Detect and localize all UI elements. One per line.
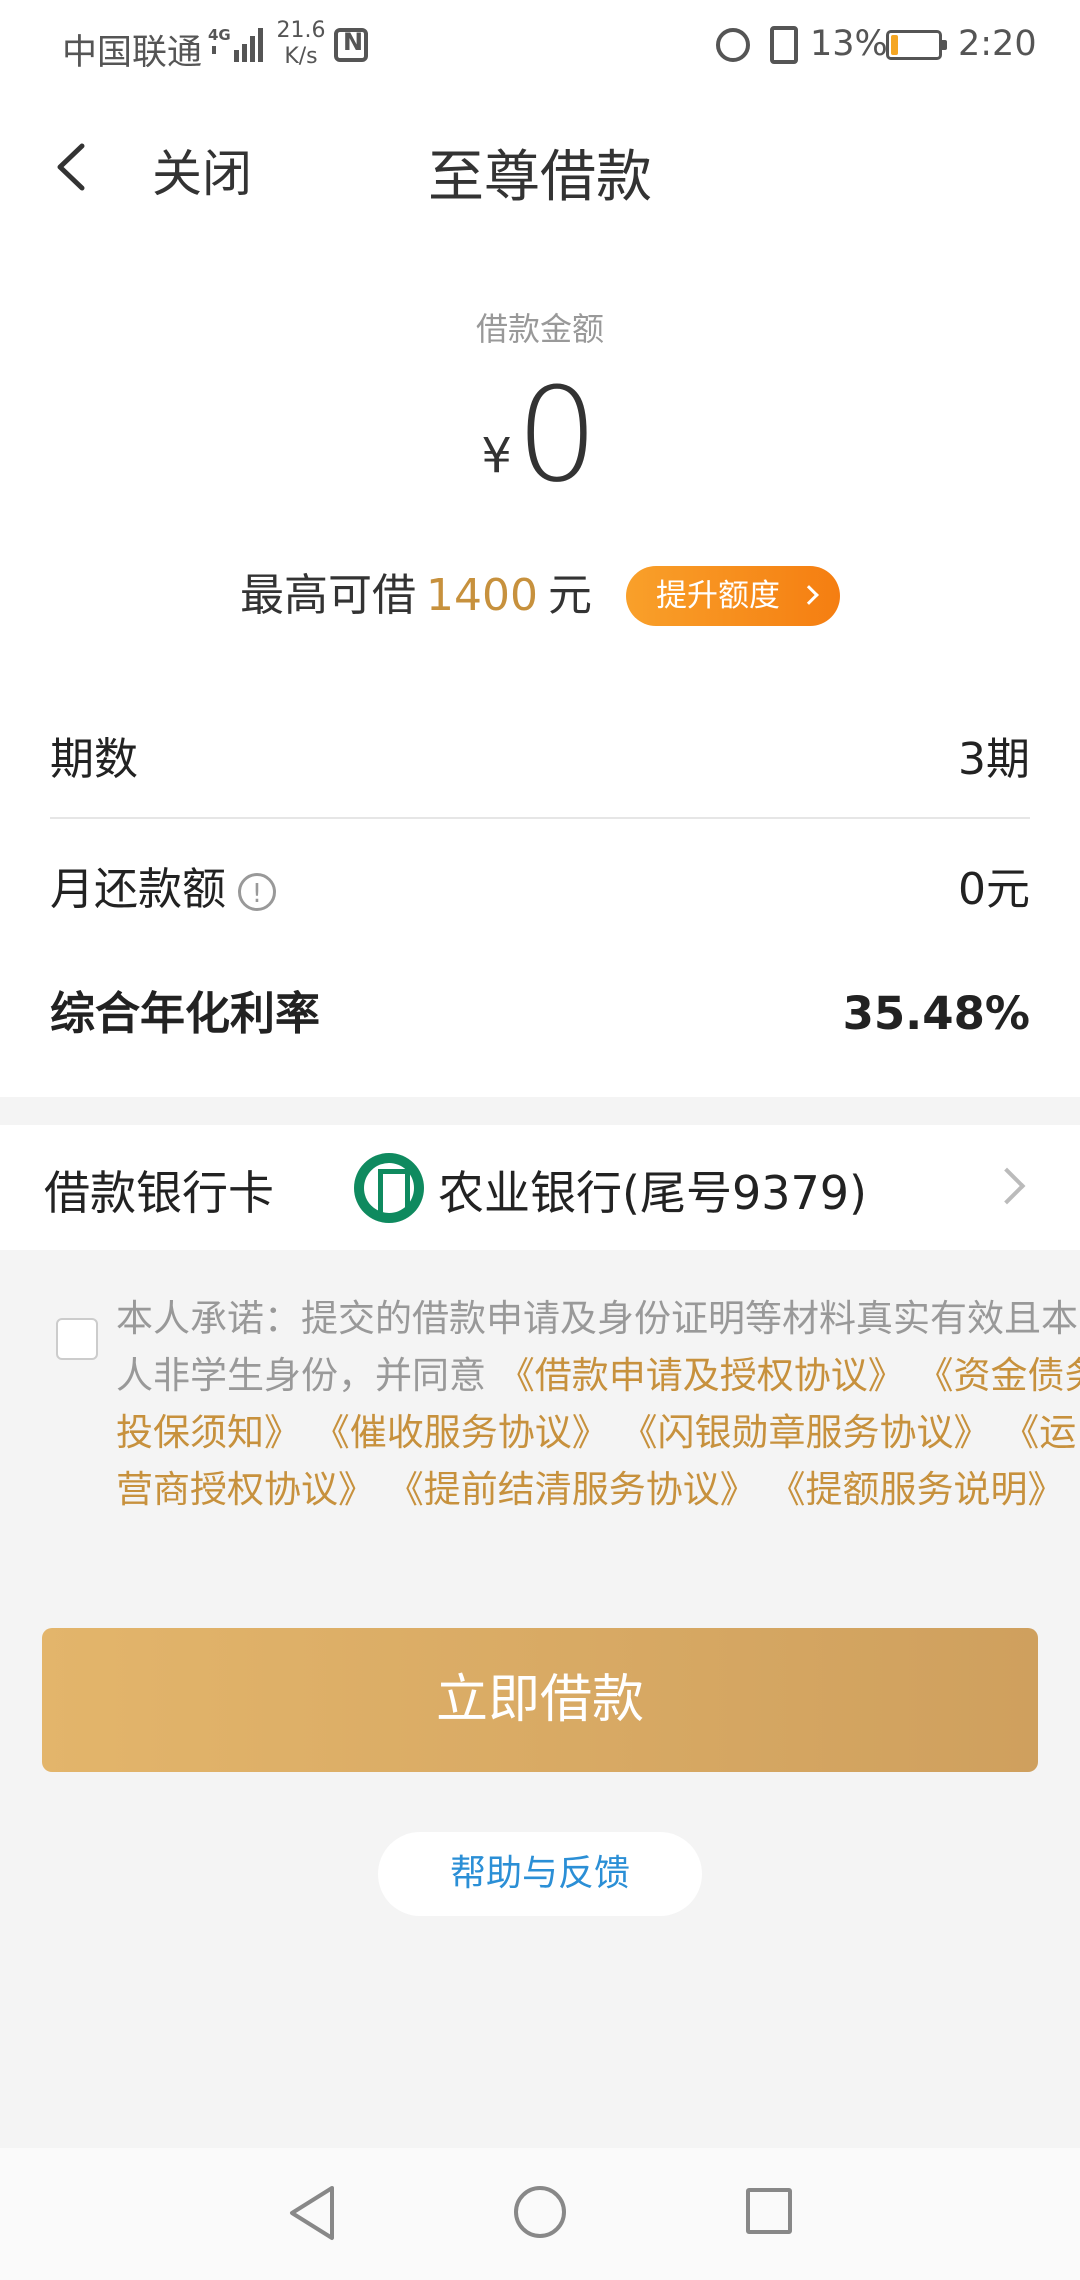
raise-limit-label: 提升额度 — [656, 578, 780, 614]
nav-home-icon[interactable] — [514, 2186, 566, 2238]
agreement-link[interactable]: 《催收服务协议》 — [313, 1411, 609, 1454]
carrier-name: 中国联通 — [62, 33, 203, 73]
bank-card-name: 农业银行(尾号9379) — [438, 1166, 867, 1220]
max-limit-prefix: 最高可借 — [240, 570, 416, 621]
signal-icon: 4G — [208, 26, 263, 62]
currency-symbol: ¥ — [481, 428, 512, 484]
clock: 2:20 — [958, 24, 1037, 64]
loan-form-card: 借款金额 ¥0 最高可借1400元 提升额度 期数 3期 月还款额 0元 综合年… — [0, 242, 1080, 1097]
divider — [50, 817, 1030, 819]
borrow-now-button[interactable]: 立即借款 — [42, 1628, 1038, 1772]
app-header: 关闭 至尊借款 — [0, 92, 1080, 242]
monthly-payment-label: 月还款额 — [50, 864, 226, 915]
vibrate-icon — [770, 26, 798, 64]
periods-value: 3期 — [958, 734, 1030, 785]
status-bar: 中国联通 4G 21.6 K/s 13% 2:20 — [0, 0, 1080, 92]
agreement-link[interactable]: 《提额服务说明》 — [769, 1468, 1065, 1511]
system-nav-bar — [0, 2148, 1080, 2280]
network-speed-unit: K/s — [284, 44, 318, 69]
nfc-icon — [334, 28, 368, 62]
amount-label: 借款金额 — [475, 310, 604, 348]
agreement-checkbox[interactable] — [56, 1318, 98, 1360]
annual-rate-row: 综合年化利率 35.48% — [50, 964, 1030, 1064]
annual-rate-value: 35.48% — [842, 987, 1030, 1040]
chevron-right-icon — [988, 1167, 1026, 1205]
monthly-payment-row: 月还款额 0元 — [50, 840, 1030, 944]
annual-rate-label: 综合年化利率 — [50, 987, 321, 1040]
raise-limit-button[interactable]: 提升额度 — [626, 566, 840, 626]
periods-label: 期数 — [50, 734, 138, 785]
page-title: 至尊借款 — [428, 145, 652, 210]
monthly-payment-value: 0元 — [958, 864, 1030, 915]
agreement-link[interactable]: 《提前结清服务协议》 — [387, 1468, 757, 1511]
nav-recents-icon[interactable] — [746, 2188, 792, 2234]
battery-level — [891, 35, 898, 55]
bank-card-row[interactable]: 借款银行卡 农业银行(尾号9379) — [0, 1125, 1080, 1250]
network-speed-value: 21.6 — [276, 18, 326, 43]
max-limit-text: 最高可借 1400 元 — [240, 566, 592, 626]
battery-icon — [886, 30, 947, 60]
amount-input[interactable]: ¥0 — [0, 360, 1080, 510]
max-limit-value: 1400 — [426, 570, 538, 621]
abc-bank-logo-icon — [354, 1153, 424, 1223]
help-feedback-button[interactable]: 帮助与反馈 — [378, 1832, 702, 1916]
network-speed: 21.6 K/s — [276, 18, 326, 70]
alarm-icon — [716, 28, 750, 62]
agreement-text: 本人承诺：提交的借款申请及身份证明等材料真实有效且本人非学生身份，并同意 《借款… — [116, 1290, 1080, 1518]
agreement-link[interactable]: 《借款申请及授权协议》 — [498, 1354, 905, 1397]
agreement-link[interactable]: 《闪银勋章服务协议》 — [621, 1411, 991, 1454]
nav-back-icon[interactable] — [286, 2184, 338, 2242]
max-limit-unit: 元 — [547, 570, 592, 621]
network-type: 4G — [208, 26, 231, 44]
amount-value: 0 — [515, 359, 599, 511]
bank-card-label: 借款银行卡 — [44, 1166, 274, 1220]
battery-percent: 13% — [810, 24, 888, 64]
chevron-right-icon — [799, 585, 819, 605]
periods-row[interactable]: 期数 3期 — [50, 710, 1030, 810]
info-icon[interactable] — [238, 844, 276, 944]
